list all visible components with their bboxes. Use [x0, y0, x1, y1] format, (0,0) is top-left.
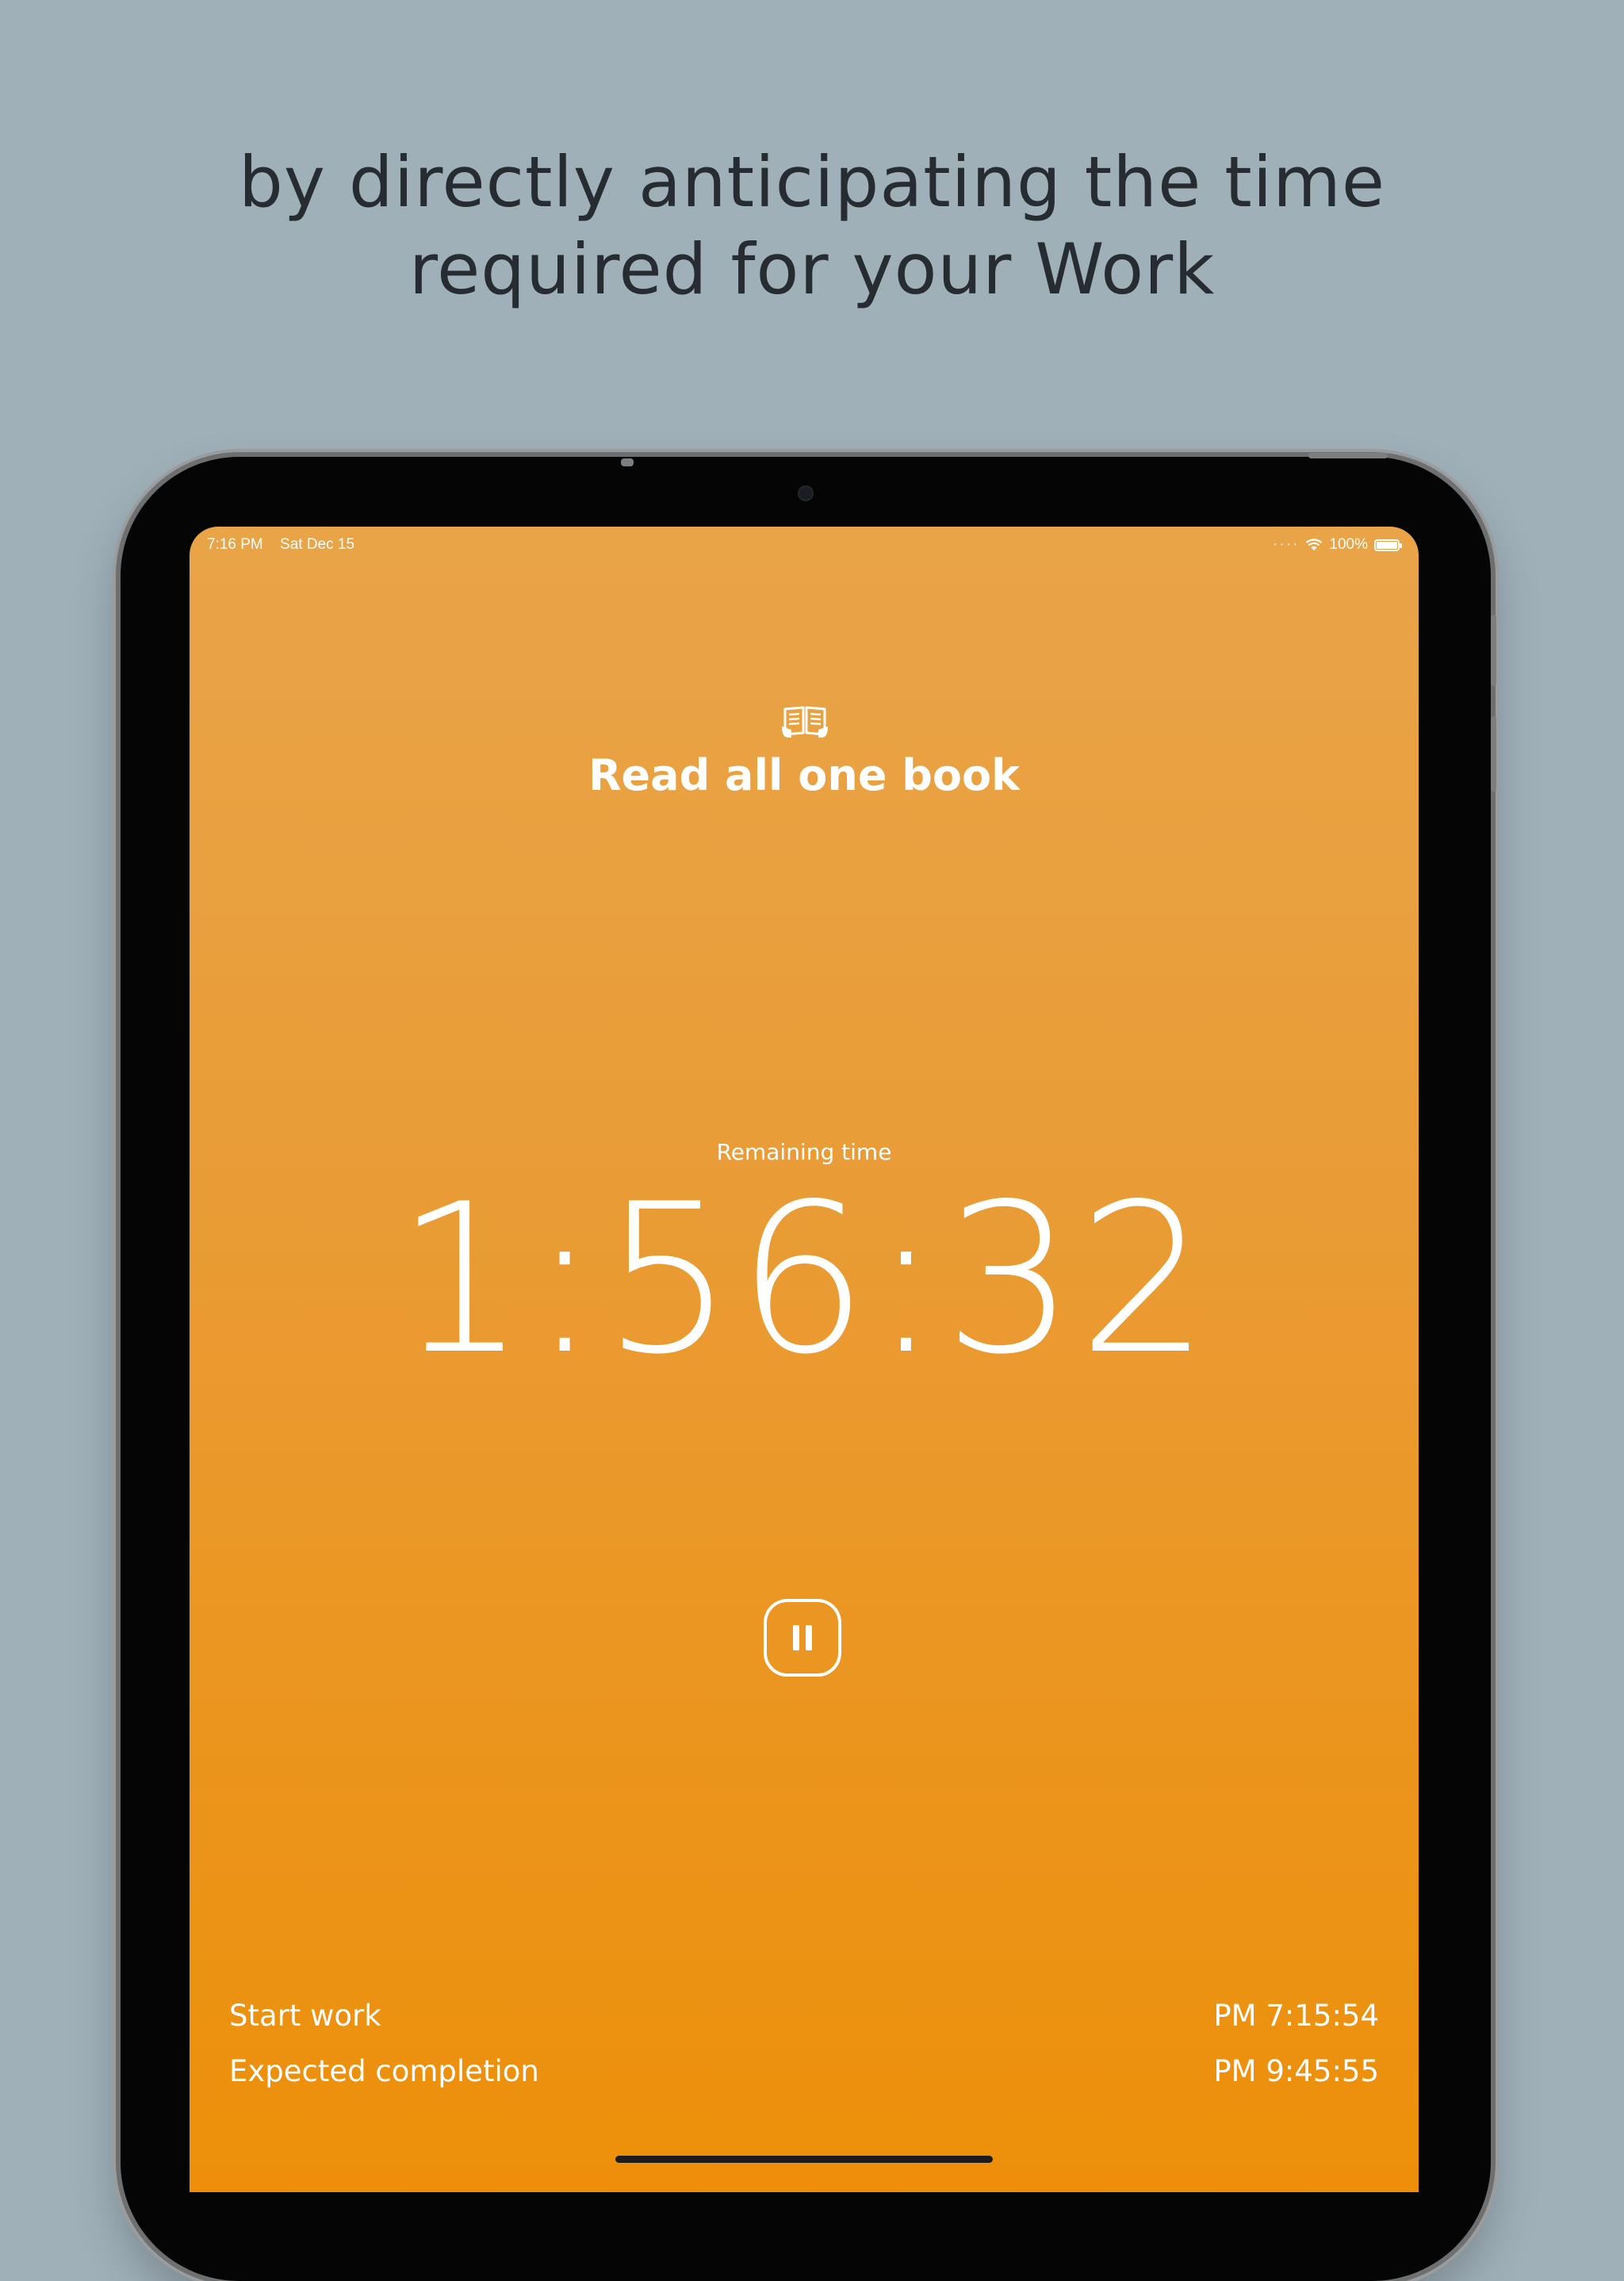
wifi-icon: [1306, 539, 1323, 550]
battery-icon: [1374, 539, 1402, 551]
volume-down-button: [1491, 716, 1496, 792]
battery-percent: 100%: [1329, 536, 1368, 553]
status-left: 7:16 PM Sat Dec 15: [207, 536, 367, 554]
status-right: ···· 100%: [1273, 536, 1402, 554]
pause-button[interactable]: [764, 1599, 841, 1677]
pause-icon-bar: [806, 1625, 812, 1650]
volume-up-button: [1491, 615, 1496, 686]
start-work-time: PM 7:15:54: [1213, 1999, 1379, 2033]
status-time: 7:16 PM: [207, 536, 263, 553]
expected-completion-row: Expected completion PM 9:45:55: [229, 2054, 1379, 2094]
expected-completion-label: Expected completion: [229, 2054, 539, 2088]
task-title: Read all one book: [588, 750, 1021, 800]
signal-dots-icon: ····: [1273, 536, 1300, 553]
start-work-row: Start work PM 7:15:54: [229, 1999, 1379, 2038]
camera-icon: [798, 485, 814, 501]
open-book-icon: [782, 706, 828, 738]
app-screen: 7:16 PM Sat Dec 15 ···· 100% Read all on…: [190, 527, 1419, 2192]
top-button: [621, 458, 634, 466]
headline-line-2: required for your Work: [408, 228, 1216, 310]
status-bar: 7:16 PM Sat Dec 15 ···· 100%: [190, 536, 1419, 557]
promo-headline: by directly anticipating the time requir…: [0, 139, 1624, 313]
start-work-label: Start work: [229, 1999, 381, 2033]
home-indicator[interactable]: [615, 2156, 993, 2163]
status-date: Sat Dec 15: [280, 536, 355, 553]
headline-line-1: by directly anticipating the time: [238, 141, 1386, 223]
expected-completion-time: PM 9:45:55: [1213, 2054, 1379, 2088]
pause-icon: [793, 1625, 799, 1650]
countdown-timer: 1:56:32: [395, 1160, 1213, 1400]
top-right-button: [1308, 453, 1388, 458]
